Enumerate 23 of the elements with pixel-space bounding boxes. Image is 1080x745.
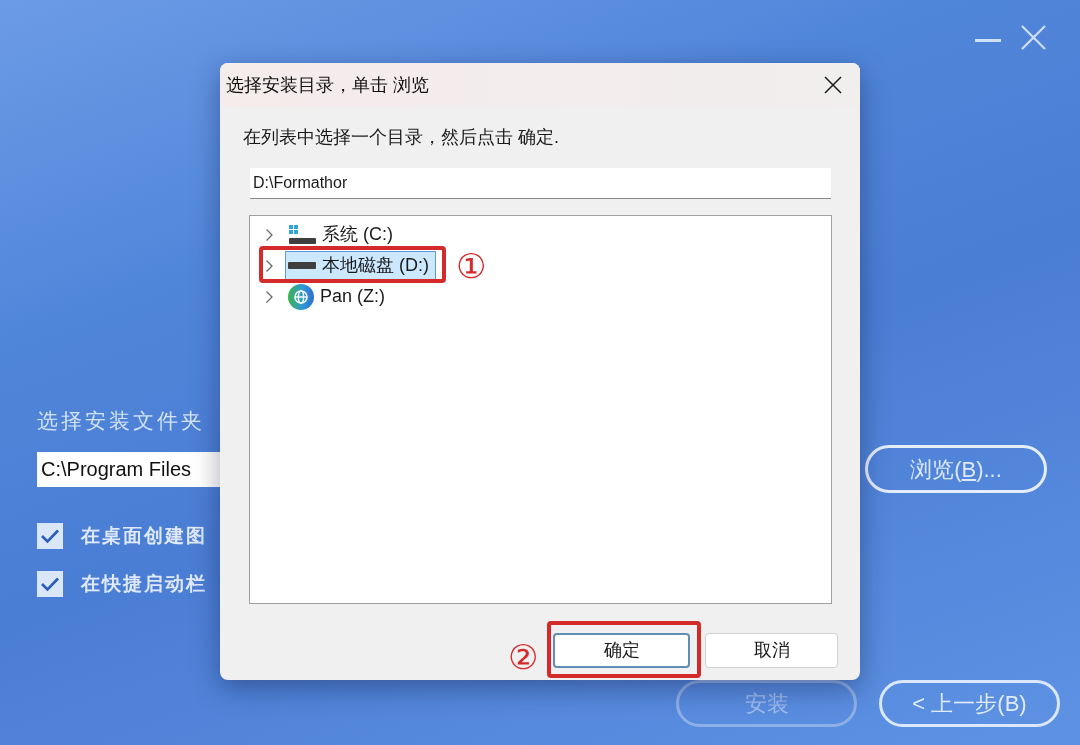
drive-icon bbox=[288, 262, 316, 269]
path-field[interactable]: C:\Program Files bbox=[37, 451, 220, 487]
annotation-number: ① bbox=[456, 248, 486, 283]
path-field[interactable]: D:\Formathor bbox=[250, 168, 831, 199]
cancel-button[interactable]: 取消 bbox=[705, 632, 838, 668]
annotation-number: ② bbox=[508, 640, 538, 674]
option-label: 在桌面创建图 bbox=[81, 524, 207, 548]
chevron-right-icon[interactable] bbox=[265, 289, 274, 304]
checkbox[interactable] bbox=[37, 570, 63, 597]
tree-item[interactable]: 系统 (C:) bbox=[285, 220, 400, 249]
tree-item[interactable]: 本地磁盘 (D:) bbox=[285, 251, 436, 280]
checkbox[interactable] bbox=[37, 523, 63, 550]
instruction-text: 在列表中选择一个目录，然后点击 确定. bbox=[243, 126, 559, 149]
dialog-title: 选择安装目录，单击 浏览 bbox=[226, 73, 429, 97]
ok-button[interactable]: 确定 bbox=[553, 632, 690, 668]
chevron-right-icon[interactable] bbox=[265, 227, 274, 242]
globe-icon bbox=[288, 283, 314, 310]
option-label: 在快捷启动栏 bbox=[81, 571, 207, 596]
folder-label: 选择安装文件夹 bbox=[37, 408, 205, 434]
tree-item[interactable]: Pan (Z:) bbox=[285, 282, 392, 311]
close-icon[interactable] bbox=[824, 76, 842, 94]
system-drive-icon bbox=[288, 224, 316, 245]
chevron-right-icon[interactable] bbox=[265, 258, 274, 273]
